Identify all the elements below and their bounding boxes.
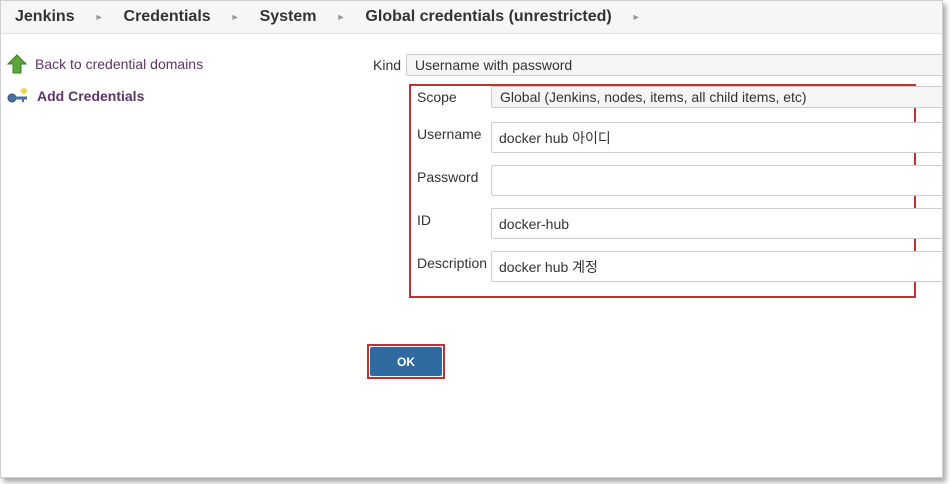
scope-select[interactable]: Global (Jenkins, nodes, items, all child…: [491, 86, 942, 108]
username-label: Username: [417, 126, 482, 142]
breadcrumb-jenkins[interactable]: Jenkins: [15, 8, 75, 26]
description-input[interactable]: [491, 251, 942, 282]
description-label: Description: [417, 255, 488, 271]
breadcrumb-credentials[interactable]: Credentials: [124, 8, 211, 26]
back-to-domains-link[interactable]: Back to credential domains: [7, 54, 203, 74]
ok-button[interactable]: OK: [370, 347, 442, 376]
up-arrow-icon: [7, 54, 27, 74]
breadcrumb: Jenkins ► Credentials ► System ► Global …: [1, 1, 942, 34]
password-input[interactable]: [491, 165, 942, 196]
chevron-right-icon: ►: [230, 12, 240, 22]
breadcrumb-system[interactable]: System: [260, 8, 317, 26]
kind-label: Kind: [373, 57, 402, 73]
chevron-right-icon[interactable]: ►: [632, 12, 641, 22]
scope-label: Scope: [417, 89, 457, 105]
breadcrumb-global-credentials[interactable]: Global credentials (unrestricted): [365, 8, 611, 26]
jenkins-window: Jenkins ► Credentials ► System ► Global …: [0, 0, 943, 478]
id-label: ID: [417, 212, 431, 228]
add-credentials-label: Add Credentials: [37, 88, 145, 104]
chevron-right-icon: ►: [336, 12, 346, 22]
id-input[interactable]: [491, 208, 942, 239]
username-input[interactable]: [491, 122, 942, 153]
key-icon: [7, 88, 27, 103]
chevron-right-icon: ►: [94, 12, 104, 22]
password-label: Password: [417, 169, 479, 185]
back-to-domains-label: Back to credential domains: [35, 56, 204, 72]
add-credentials-link[interactable]: Add Credentials: [7, 87, 144, 105]
kind-select[interactable]: Username with password: [406, 54, 942, 76]
